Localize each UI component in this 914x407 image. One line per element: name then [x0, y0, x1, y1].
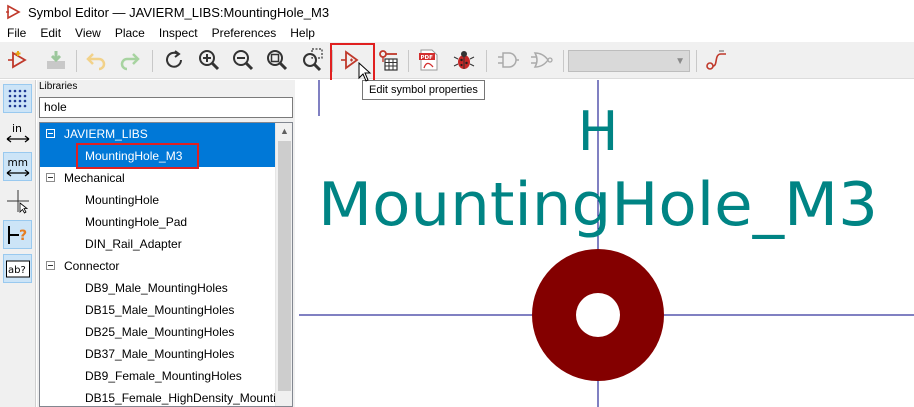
refresh-icon: [166, 50, 182, 68]
mouse-cursor-icon: [358, 62, 372, 82]
window-title: Symbol Editor — JAVIERM_LIBS:MountingHol…: [28, 4, 330, 20]
tree-item-javierm-libs[interactable]: JAVIERM_LIBS: [40, 123, 276, 145]
menu-place[interactable]: Place: [108, 26, 152, 40]
zoom-fit-icon: [267, 50, 288, 71]
tutorial-highlight-symbol: [76, 143, 199, 169]
save-button[interactable]: [42, 46, 70, 74]
tree-item-db9-male[interactable]: DB9_Male_MountingHoles: [40, 277, 276, 299]
menu-edit[interactable]: Edit: [33, 26, 68, 40]
de-morgan-alternate-button[interactable]: [528, 46, 556, 74]
fields-icon: [706, 50, 726, 70]
scroll-thumb[interactable]: [278, 141, 291, 391]
zoom-in-button[interactable]: [195, 46, 223, 74]
undo-icon: [86, 53, 106, 71]
menu-bar: File Edit View Place Inspect Preferences…: [0, 24, 914, 42]
grid-toggle-button[interactable]: [3, 84, 32, 113]
pin-type-toggle-button[interactable]: ?: [3, 220, 32, 249]
show-pin-text-icon: ab?: [5, 260, 30, 277]
menu-preferences[interactable]: Preferences: [205, 26, 284, 40]
zoom-out-icon: [233, 50, 254, 71]
tree-item-connector[interactable]: Connector: [40, 255, 276, 277]
pin-table-icon: [379, 50, 398, 71]
redo-icon: [120, 53, 140, 71]
mounting-hole-drill: [576, 293, 620, 337]
library-search-input[interactable]: hole: [39, 97, 293, 118]
refresh-button[interactable]: [160, 46, 188, 74]
svg-text:?: ?: [19, 228, 27, 244]
tree-item-mountinghole-pad[interactable]: MountingHole_Pad: [40, 211, 276, 233]
tooltip: Edit symbol properties: [362, 80, 485, 100]
zoom-fit-button[interactable]: [263, 46, 291, 74]
symbol-reference[interactable]: H: [578, 100, 619, 163]
menu-inspect[interactable]: Inspect: [152, 26, 205, 40]
app-icon: [6, 4, 21, 20]
zoom-in-icon: [199, 50, 220, 71]
new-symbol-icon: [8, 51, 27, 69]
menu-view[interactable]: View: [68, 26, 108, 40]
symbol-drawing: H MountingHole_M3: [299, 80, 914, 407]
libraries-header: Libraries: [39, 81, 78, 92]
full-crosshair-button[interactable]: [3, 186, 32, 215]
menu-help[interactable]: Help: [283, 26, 322, 40]
units-inches-label: in: [12, 122, 22, 135]
erc-bug-icon: [453, 51, 475, 69]
show-pin-text-label: ab?: [8, 265, 26, 276]
title-bar: Symbol Editor — JAVIERM_LIBS:MountingHol…: [0, 0, 914, 24]
units-mm-button[interactable]: mm: [3, 152, 32, 181]
pin-electrical-type-icon: ?: [7, 225, 27, 244]
main-toolbar: PDF: [0, 42, 914, 79]
new-symbol-button[interactable]: [4, 46, 32, 74]
tree-item-mountinghole[interactable]: MountingHole: [40, 189, 276, 211]
chevron-down-icon: ▼: [675, 56, 685, 67]
undo-button[interactable]: [82, 46, 110, 74]
tree-item-mechanical[interactable]: Mechanical: [40, 167, 276, 189]
units-inches-icon: in: [6, 122, 29, 142]
redo-button[interactable]: [116, 46, 144, 74]
collapse-icon[interactable]: [46, 173, 55, 182]
de-morgan-standard-icon: [498, 52, 519, 68]
tree-item-db15-male[interactable]: DB15_Male_MountingHoles: [40, 299, 276, 321]
tree-item-din-rail-adapter[interactable]: DIN_Rail_Adapter: [40, 233, 276, 255]
tree-item-db37-male[interactable]: DB37_Male_MountingHoles: [40, 343, 276, 365]
tree-item-db25-male[interactable]: DB25_Male_MountingHoles: [40, 321, 276, 343]
zoom-selection-icon: [303, 48, 323, 72]
grid-icon: [8, 89, 26, 107]
save-icon: [47, 51, 65, 69]
tree-item-db9-female[interactable]: DB9_Female_MountingHoles: [40, 365, 276, 387]
symbol-value[interactable]: MountingHole_M3: [318, 170, 878, 240]
units-inches-button[interactable]: in: [3, 118, 32, 147]
collapse-icon[interactable]: [46, 261, 55, 270]
library-tree[interactable]: JAVIERM_LIBS MountingHole_M3 Mechanical …: [39, 122, 293, 407]
de-morgan-standard-button[interactable]: [494, 46, 522, 74]
datasheet-pdf-icon: PDF: [419, 49, 438, 71]
datasheet-button[interactable]: PDF: [415, 46, 443, 74]
units-mm-label: mm: [7, 157, 27, 169]
erc-button[interactable]: [450, 46, 478, 74]
full-crosshair-icon: [6, 189, 29, 214]
de-morgan-alternate-icon: [531, 52, 553, 68]
tree-item-db15-female-hd[interactable]: DB15_Female_HighDensity_Mountin: [40, 387, 276, 406]
collapse-icon[interactable]: [46, 129, 55, 138]
libraries-panel: Libraries hole JAVIERM_LIBS MountingHole…: [37, 80, 295, 407]
show-pin-text-button[interactable]: ab?: [3, 254, 32, 283]
tree-scrollbar[interactable]: ▲: [275, 123, 292, 406]
symbol-canvas[interactable]: H MountingHole_M3: [299, 80, 914, 407]
left-toolbar: in mm ? ab?: [0, 80, 36, 407]
scroll-up-icon[interactable]: ▲: [276, 123, 292, 140]
zoom-selection-button[interactable]: [298, 46, 326, 74]
svg-text:PDF: PDF: [421, 55, 434, 61]
fields-button[interactable]: [702, 46, 730, 74]
units-mm-icon: mm: [6, 157, 29, 176]
zoom-out-button[interactable]: [229, 46, 257, 74]
pin-table-button[interactable]: [373, 46, 401, 74]
unit-selector[interactable]: ▼: [568, 50, 690, 72]
menu-file[interactable]: File: [0, 26, 33, 40]
